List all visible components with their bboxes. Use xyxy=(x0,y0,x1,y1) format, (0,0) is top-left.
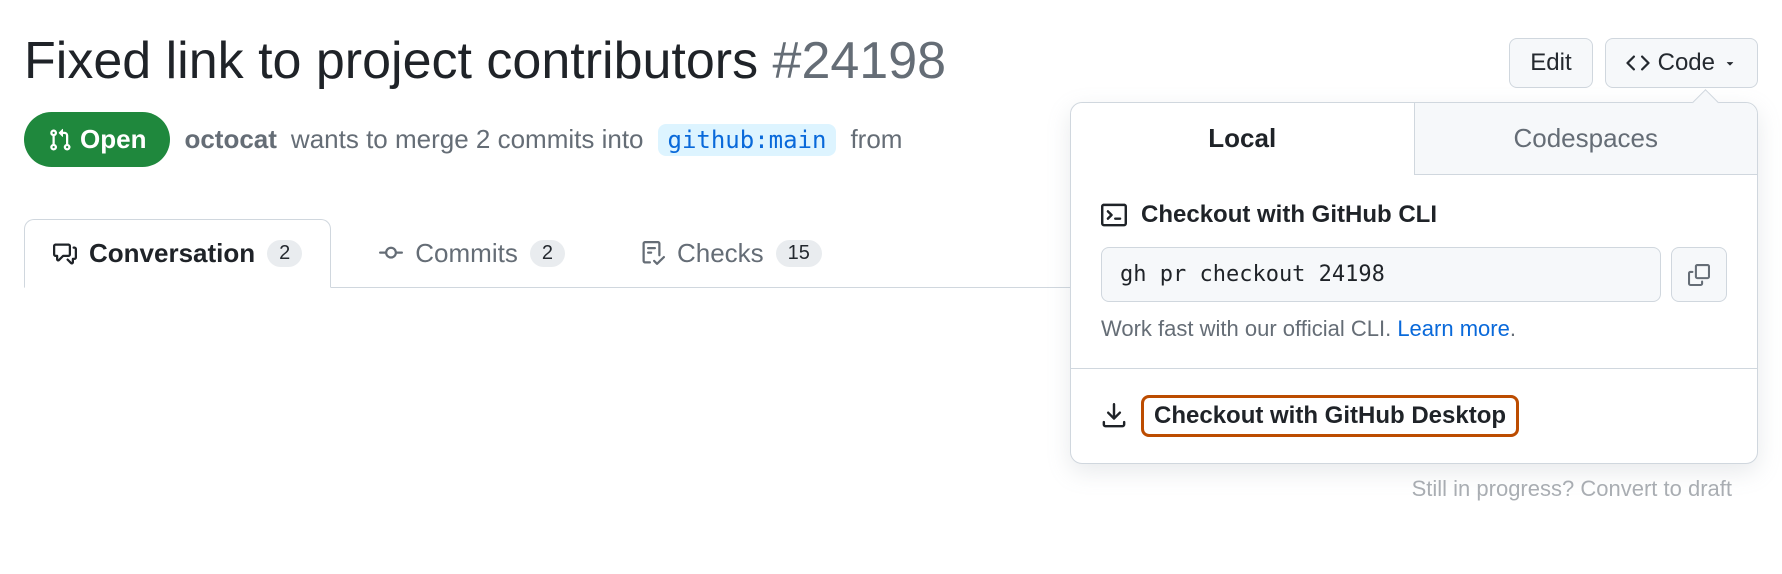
from-text: from xyxy=(850,124,902,155)
pr-title: Fixed link to project contributors #2419… xyxy=(24,30,946,92)
pr-number: #24198 xyxy=(773,32,947,90)
code-button-label: Code xyxy=(1658,49,1715,77)
panel-tabs: Local Codespaces xyxy=(1071,103,1757,175)
base-branch[interactable]: github:main xyxy=(658,124,837,156)
merge-text: wants to merge 2 commits into xyxy=(291,124,644,155)
pr-author[interactable]: octocat xyxy=(184,124,276,155)
cli-helper: Work fast with our official CLI. Learn m… xyxy=(1101,316,1727,342)
git-commit-icon xyxy=(379,241,403,265)
comment-discussion-icon xyxy=(53,242,77,266)
cli-helper-text: Work fast with our official CLI. xyxy=(1101,316,1391,341)
cli-title: Checkout with GitHub CLI xyxy=(1141,201,1437,229)
desktop-download-icon xyxy=(1101,403,1127,429)
desktop-section[interactable]: Checkout with GitHub Desktop xyxy=(1071,369,1757,463)
tab-commits-count: 2 xyxy=(530,240,565,267)
edit-button-label: Edit xyxy=(1530,49,1571,77)
cli-command[interactable]: gh pr checkout 24198 xyxy=(1101,247,1661,302)
copy-icon xyxy=(1688,264,1710,286)
terminal-icon xyxy=(1101,202,1127,228)
cli-header: Checkout with GitHub CLI xyxy=(1101,201,1727,229)
tab-checks[interactable]: Checks 15 xyxy=(613,220,850,287)
state-badge: Open xyxy=(24,112,170,167)
tab-checks-label: Checks xyxy=(677,238,764,269)
draft-prompt: Still in progress? Convert to draft xyxy=(1412,476,1732,502)
copy-button[interactable] xyxy=(1671,247,1727,302)
tab-commits-label: Commits xyxy=(415,238,518,269)
pr-title-text: Fixed link to project contributors xyxy=(24,32,758,90)
desktop-title: Checkout with GitHub Desktop xyxy=(1141,395,1519,437)
code-icon xyxy=(1626,51,1650,75)
cli-section: Checkout with GitHub CLI gh pr checkout … xyxy=(1071,175,1757,368)
caret-down-icon xyxy=(1723,56,1737,70)
git-pull-request-icon xyxy=(48,128,72,152)
header-actions: Edit Code xyxy=(1509,30,1758,88)
checklist-icon xyxy=(641,241,665,265)
state-label: Open xyxy=(80,124,146,155)
draft-prompt-text: Still in progress? xyxy=(1412,476,1575,501)
tab-conversation[interactable]: Conversation 2 xyxy=(24,219,331,288)
tab-conversation-count: 2 xyxy=(267,240,302,267)
code-button[interactable]: Code xyxy=(1605,38,1758,88)
tab-conversation-label: Conversation xyxy=(89,238,255,269)
code-dropdown-panel: Local Codespaces Checkout with GitHub CL… xyxy=(1070,102,1758,464)
cli-command-row: gh pr checkout 24198 xyxy=(1101,247,1727,302)
panel-tab-local-label: Local xyxy=(1208,123,1276,153)
panel-tab-codespaces-label: Codespaces xyxy=(1513,123,1658,153)
panel-tab-codespaces[interactable]: Codespaces xyxy=(1415,103,1758,174)
panel-tab-local[interactable]: Local xyxy=(1071,103,1415,175)
tab-commits[interactable]: Commits 2 xyxy=(351,220,593,287)
cli-learn-more-link[interactable]: Learn more xyxy=(1397,316,1510,341)
convert-to-draft-link[interactable]: Convert to draft xyxy=(1580,476,1732,501)
edit-button[interactable]: Edit xyxy=(1509,38,1592,88)
tab-checks-count: 15 xyxy=(776,240,822,267)
